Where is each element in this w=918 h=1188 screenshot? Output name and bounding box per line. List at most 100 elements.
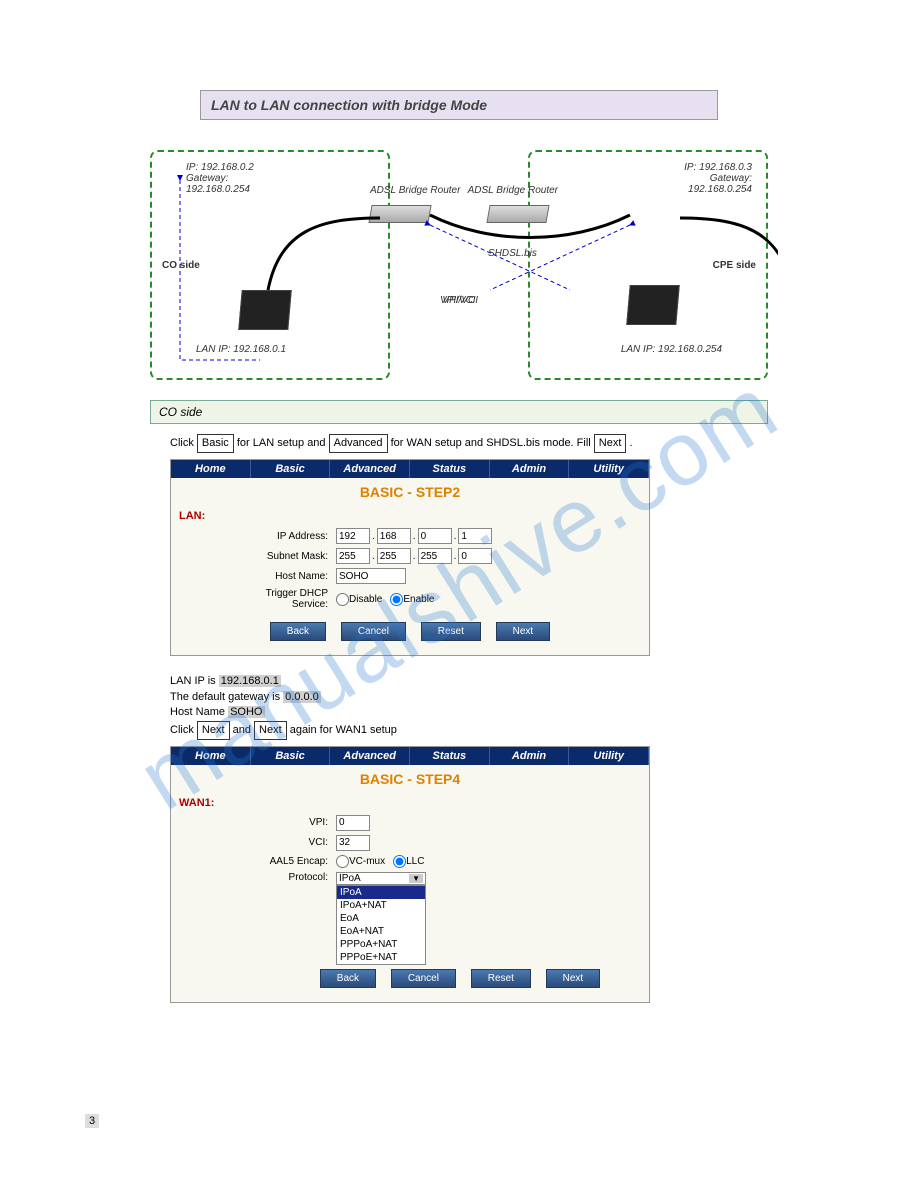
left-router-label: ADSL Bridge Router xyxy=(370,185,460,196)
computer-left xyxy=(238,290,291,330)
instr-1-a: Click xyxy=(170,437,194,449)
label-protocol: Protocol: xyxy=(241,872,336,883)
chevron-down-icon: ▼ xyxy=(409,874,423,883)
panel1-tabs: Home Basic Advanced Status Admin Utility xyxy=(171,460,649,478)
panel-basic-step2: Home Basic Advanced Status Admin Utility… xyxy=(170,459,650,656)
right-vpi-label: VPI/VCI xyxy=(442,295,478,306)
back-button[interactable]: Back xyxy=(270,622,326,641)
back2-button[interactable]: Back xyxy=(320,969,376,988)
row-protocol: Protocol: IPoA ▼ IPoA IPoA+NAT EoA EoA+N… xyxy=(171,870,649,967)
reset2-button[interactable]: Reset xyxy=(471,969,531,988)
ip-octet-4[interactable] xyxy=(458,528,492,544)
row-mask: Subnet Mask: . . . xyxy=(171,546,649,566)
dhcp-enable-radio[interactable] xyxy=(390,593,403,606)
row-vci: VCI: xyxy=(171,833,649,853)
protocol-option-pppoa-nat[interactable]: PPPoA+NAT xyxy=(337,938,425,951)
dhcp-disable-radio[interactable] xyxy=(336,593,349,606)
tab-home[interactable]: Home xyxy=(171,460,251,478)
row-host: Host Name: xyxy=(171,566,649,586)
instr-1-b: for LAN setup and xyxy=(237,437,326,449)
reset-button[interactable]: Reset xyxy=(421,622,481,641)
protocol-option-eoa-nat[interactable]: EoA+NAT xyxy=(337,925,425,938)
next-button[interactable]: Next xyxy=(496,622,551,641)
instr-1-c: for WAN setup and SHDSL.bis mode. Fill xyxy=(391,437,591,449)
label-host: Host Name: xyxy=(241,571,336,582)
tab2-admin[interactable]: Admin xyxy=(490,747,570,765)
tab-utility[interactable]: Utility xyxy=(569,460,649,478)
left-ip-label: IP: 192.168.0.2 Gateway: 192.168.0.254 xyxy=(186,162,254,195)
tab-status[interactable]: Status xyxy=(410,460,490,478)
router-left xyxy=(368,205,431,223)
mid-l3-b: SOHO xyxy=(228,706,264,718)
tab2-basic[interactable]: Basic xyxy=(251,747,331,765)
instr-1: Click Basic for LAN setup and Advanced f… xyxy=(170,434,748,453)
mid-l3-a: Host Name xyxy=(170,706,225,718)
tab-admin[interactable]: Admin xyxy=(490,460,570,478)
mask-octet-1[interactable] xyxy=(336,548,370,564)
tab2-advanced[interactable]: Advanced xyxy=(330,747,410,765)
protocol-option-ipoa-nat[interactable]: IPoA+NAT xyxy=(337,899,425,912)
panel2-heading: BASIC - STEP4 xyxy=(171,765,649,793)
panel1-heading: BASIC - STEP2 xyxy=(171,478,649,506)
ip-octet-2[interactable] xyxy=(377,528,411,544)
step-co-side-text: CO side xyxy=(159,405,202,419)
protocol-select[interactable]: IPoA ▼ xyxy=(336,872,426,885)
label-ip: IP Address: xyxy=(241,531,336,542)
co-side-label: CO side xyxy=(162,260,200,271)
dhcp-disable-label: Disable xyxy=(349,594,382,605)
instr-1-d: . xyxy=(629,437,632,449)
row-dhcp: Trigger DHCP Service: Disable Enable xyxy=(171,586,649,612)
vpi-input[interactable] xyxy=(336,815,370,831)
tab2-home[interactable]: Home xyxy=(171,747,251,765)
mid-l1-b: 192.168.0.1 xyxy=(219,675,281,687)
panel1-section: LAN: xyxy=(171,506,649,526)
mid-l2: The default gateway is 0.0.0.0 xyxy=(170,690,748,705)
mid-l4-b: and xyxy=(233,724,251,736)
step-co-side: CO side xyxy=(150,400,768,424)
label-vpi: VPI: xyxy=(241,817,336,828)
instr-box-basic: Basic xyxy=(197,434,234,453)
tab-advanced[interactable]: Advanced xyxy=(330,460,410,478)
aal-vcmux-radio[interactable] xyxy=(336,855,349,868)
ip-octet-1[interactable] xyxy=(336,528,370,544)
tab-basic[interactable]: Basic xyxy=(251,460,331,478)
panel-basic-step4: Home Basic Advanced Status Admin Utility… xyxy=(170,746,650,1003)
instr-box-advanced: Advanced xyxy=(329,434,388,453)
mid-l1: LAN IP is 192.168.0.1 xyxy=(170,674,748,689)
ip-octet-3[interactable] xyxy=(418,528,452,544)
row-vpi: VPI: xyxy=(171,813,649,833)
protocol-option-ipoa[interactable]: IPoA xyxy=(337,886,425,899)
panel2-tabs: Home Basic Advanced Status Admin Utility xyxy=(171,747,649,765)
cancel-button[interactable]: Cancel xyxy=(341,622,406,641)
protocol-selected: IPoA xyxy=(339,873,361,884)
dhcp-enable-label: Enable xyxy=(403,594,434,605)
mid-l2-b: 0.0.0.0 xyxy=(283,691,321,703)
cancel2-button[interactable]: Cancel xyxy=(391,969,456,988)
label-mask: Subnet Mask: xyxy=(241,551,336,562)
aal-llc-label: LLC xyxy=(406,856,424,867)
panel1-buttons: Back Cancel Reset Next xyxy=(171,612,649,655)
host-input[interactable] xyxy=(336,568,406,584)
row-aal: AAL5 Encap: VC-mux LLC xyxy=(171,853,649,870)
panel2-section: WAN1: xyxy=(171,793,649,813)
page-title: LAN to LAN connection with bridge Mode xyxy=(200,90,718,120)
tab2-utility[interactable]: Utility xyxy=(569,747,649,765)
network-diagram: IP: 192.168.0.2 Gateway: 192.168.0.254 I… xyxy=(140,140,778,390)
next2-button[interactable]: Next xyxy=(546,969,601,988)
router-right xyxy=(486,205,549,223)
protocol-option-eoa[interactable]: EoA xyxy=(337,912,425,925)
protocol-options: IPoA IPoA+NAT EoA EoA+NAT PPPoA+NAT PPPo… xyxy=(336,885,426,965)
vci-input[interactable] xyxy=(336,835,370,851)
aal-vcmux-label: VC-mux xyxy=(349,856,385,867)
label-aal: AAL5 Encap: xyxy=(241,856,336,867)
right-lan-label: LAN IP: 192.168.0.254 xyxy=(621,344,722,355)
aal-llc-radio[interactable] xyxy=(393,855,406,868)
left-lan-label: LAN IP: 192.168.0.1 xyxy=(196,344,286,355)
mid-l4-c: again for WAN1 setup xyxy=(290,724,397,736)
mask-octet-2[interactable] xyxy=(377,548,411,564)
mask-octet-4[interactable] xyxy=(458,548,492,564)
mask-octet-3[interactable] xyxy=(418,548,452,564)
tab2-status[interactable]: Status xyxy=(410,747,490,765)
computer-right xyxy=(626,285,679,325)
protocol-option-pppoe-nat[interactable]: PPPoE+NAT xyxy=(337,951,425,964)
